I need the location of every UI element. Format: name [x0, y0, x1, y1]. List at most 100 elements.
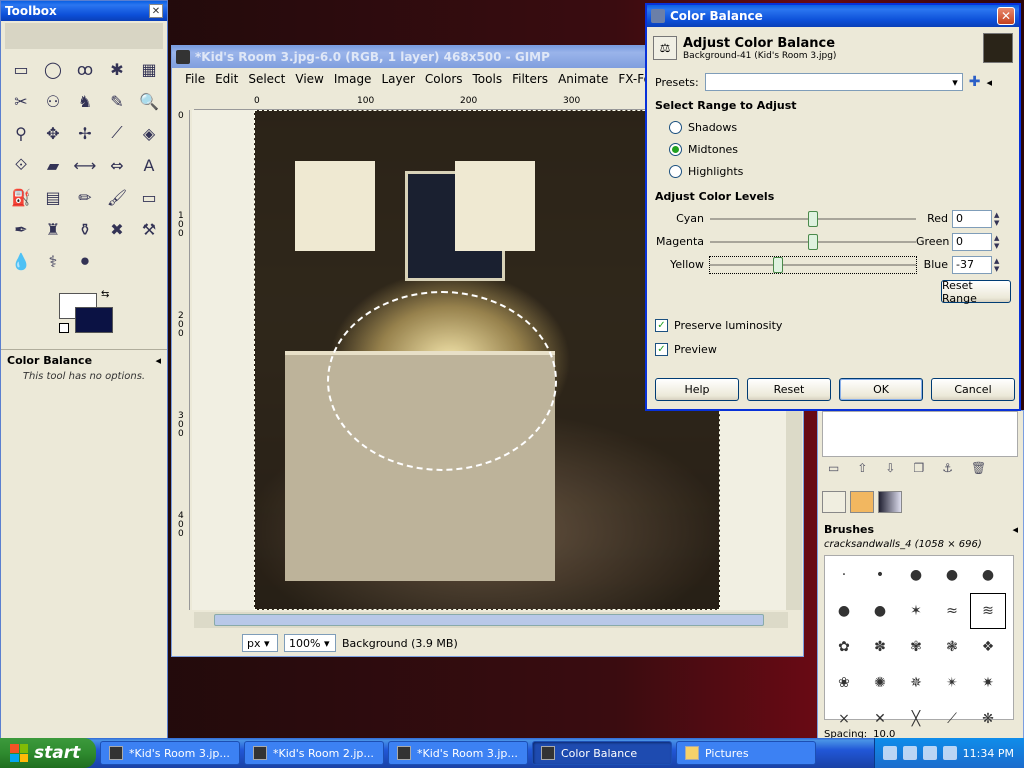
slider-track[interactable] — [709, 255, 917, 274]
close-icon[interactable]: ✕ — [997, 7, 1015, 25]
tool-icon[interactable]: ✂ — [5, 85, 37, 117]
menu-layer[interactable]: Layer — [376, 72, 419, 86]
brush-item[interactable]: ✴ — [935, 666, 969, 700]
menu-select[interactable]: Select — [243, 72, 290, 86]
ok-button[interactable]: OK — [839, 378, 923, 401]
taskbar-button[interactable]: Color Balance — [532, 741, 672, 765]
start-button[interactable]: start — [0, 738, 96, 768]
spin-arrows-icon[interactable]: ▲ ▼ — [994, 257, 1004, 273]
tool-icon[interactable]: ♞ — [69, 85, 101, 117]
lower-layer-icon[interactable]: ⇩ — [885, 461, 895, 475]
brush-item[interactable]: ❖ — [971, 630, 1005, 664]
brush-item[interactable]: ⟋ — [935, 702, 969, 736]
slider-track[interactable] — [710, 233, 916, 250]
default-colors-icon[interactable] — [59, 323, 69, 333]
slider-value-input[interactable]: 0 — [952, 232, 992, 251]
panel-menu-icon[interactable]: ◂ — [155, 354, 161, 367]
brush-item[interactable]: ● — [827, 594, 861, 628]
tool-icon[interactable]: ⚫ — [69, 245, 101, 277]
tool-icon[interactable]: ✏ — [69, 181, 101, 213]
duplicate-layer-icon[interactable]: ❐ — [913, 461, 924, 475]
swap-colors-icon[interactable]: ⇆ — [101, 289, 109, 300]
tab-patterns[interactable] — [850, 491, 874, 513]
brush-item[interactable]: ❋ — [971, 702, 1005, 736]
tool-icon[interactable]: ⚲ — [5, 117, 37, 149]
slider-thumb[interactable] — [808, 210, 818, 227]
brush-item[interactable]: ● — [863, 594, 897, 628]
tool-icon[interactable]: ⚱ — [69, 213, 101, 245]
help-icon[interactable] — [882, 746, 897, 760]
raise-layer-icon[interactable]: ⇧ — [857, 461, 867, 475]
tool-icon[interactable]: ▰ — [37, 149, 69, 181]
tab-gradients[interactable] — [878, 491, 902, 513]
menu-animate[interactable]: Animate — [553, 72, 613, 86]
trash-icon[interactable]: 🗑 — [971, 461, 986, 475]
network-icon[interactable] — [902, 746, 917, 760]
brush-item[interactable]: ● — [971, 558, 1005, 592]
brush-item[interactable]: ✿ — [827, 630, 861, 664]
tool-icon[interactable]: ⚇ — [37, 85, 69, 117]
background-color-swatch[interactable] — [75, 307, 113, 333]
tool-icon[interactable]: A — [133, 149, 165, 181]
radio-midtones[interactable]: Midtones — [647, 138, 1019, 160]
reset-range-button[interactable]: Reset Range — [941, 279, 1011, 305]
tool-icon[interactable]: ⚒ — [133, 213, 165, 245]
security-icon[interactable] — [942, 746, 957, 760]
scroll-thumb[interactable] — [214, 614, 764, 626]
brush-item[interactable]: ✾ — [899, 630, 933, 664]
tool-icon[interactable]: ⚕ — [37, 245, 69, 277]
zoom-select[interactable]: 100% ▾ — [284, 634, 336, 652]
brush-item[interactable]: ✵ — [899, 666, 933, 700]
menu-tools[interactable]: Tools — [468, 72, 508, 86]
tool-icon[interactable]: ✢ — [69, 117, 101, 149]
tool-icon[interactable]: ◯ — [37, 53, 69, 85]
radio-button[interactable] — [669, 120, 682, 134]
menu-edit[interactable]: Edit — [210, 72, 243, 86]
tool-icon[interactable]: ▦ — [133, 53, 165, 85]
tool-icon[interactable]: 🔍 — [133, 85, 165, 117]
brush-item[interactable]: ≋ — [970, 593, 1006, 629]
menu-colors[interactable]: Colors — [420, 72, 468, 86]
tool-icon[interactable]: ⟋ — [101, 117, 133, 149]
brush-item[interactable]: ❃ — [935, 630, 969, 664]
brush-item[interactable]: • — [863, 558, 897, 592]
brush-item[interactable]: · — [827, 558, 861, 592]
tool-icon[interactable]: ꝏ — [69, 53, 101, 85]
presets-select[interactable]: ▾ — [704, 73, 963, 91]
preset-menu-icon[interactable]: ◂ — [986, 76, 992, 89]
tool-icon[interactable]: ⟷ — [69, 149, 101, 181]
tool-icon[interactable]: ◈ — [133, 117, 165, 149]
slider-thumb[interactable] — [772, 256, 783, 273]
brush-item[interactable]: ✽ — [863, 630, 897, 664]
tool-icon[interactable]: ⛽ — [5, 181, 37, 213]
horizontal-scrollbar[interactable] — [194, 612, 788, 628]
spin-arrows-icon[interactable]: ▲ ▼ — [994, 211, 1004, 227]
tool-icon[interactable]: ✎ — [101, 85, 133, 117]
slider-thumb[interactable] — [808, 233, 818, 250]
brush-item[interactable]: ● — [899, 558, 933, 592]
menu-image[interactable]: Image — [329, 72, 377, 86]
brush-item[interactable]: ✶ — [899, 594, 933, 628]
preview-row[interactable]: ✓ Preview — [647, 337, 1019, 361]
volume-icon[interactable] — [922, 746, 937, 760]
menu-file[interactable]: File — [180, 72, 210, 86]
tool-icon[interactable]: ⇔ — [101, 149, 133, 181]
tool-icon[interactable]: ✥ — [37, 117, 69, 149]
unit-select[interactable]: px ▾ — [242, 634, 278, 652]
tool-icon[interactable]: ♜ — [37, 213, 69, 245]
reset-button[interactable]: Reset — [747, 378, 831, 401]
taskbar-button[interactable]: *Kid's Room 3.jp... — [100, 741, 240, 765]
tool-icon[interactable]: ✱ — [101, 53, 133, 85]
slider-track[interactable] — [710, 210, 916, 227]
brush-item[interactable]: ✷ — [971, 666, 1005, 700]
brush-item[interactable]: ❀ — [827, 666, 861, 700]
radio-button[interactable] — [669, 142, 682, 156]
slider-value-input[interactable]: -37 — [952, 255, 992, 274]
brush-item[interactable]: ╳ — [899, 702, 933, 736]
tool-icon[interactable]: 🖌 — [101, 181, 133, 213]
anchor-icon[interactable]: ⚓ — [942, 461, 953, 475]
brush-item[interactable]: ✺ — [863, 666, 897, 700]
cancel-button[interactable]: Cancel — [931, 378, 1015, 401]
tool-icon[interactable]: ▤ — [37, 181, 69, 213]
tool-icon[interactable]: ✒ — [5, 213, 37, 245]
